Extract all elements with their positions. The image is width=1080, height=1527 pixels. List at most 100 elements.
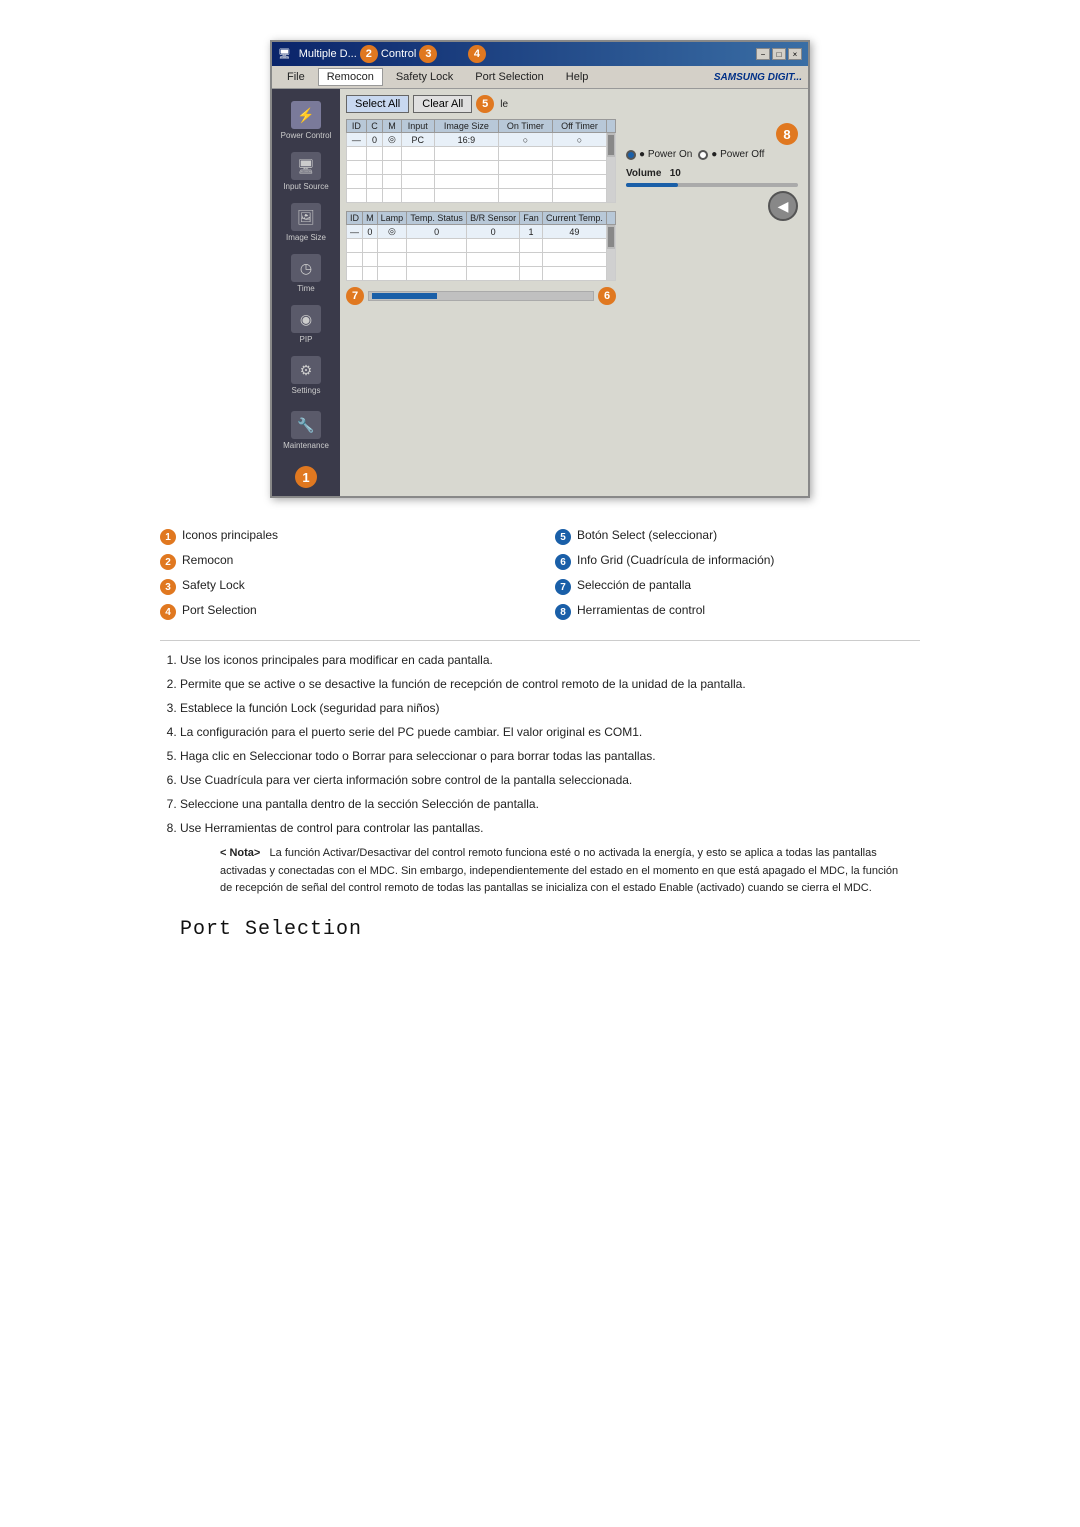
th-on-timer: On Timer: [498, 120, 552, 133]
sidebar-item-pip[interactable]: ◉ PIP: [276, 301, 336, 348]
divider: [160, 640, 920, 641]
cell2-m: 0: [363, 225, 378, 239]
th-id: ID: [347, 120, 367, 133]
data-table-1: ID C M Input Image Size On Timer Off Tim…: [346, 119, 616, 203]
clear-all-button[interactable]: Clear All: [413, 95, 472, 113]
power-control-icon: ⚡: [291, 101, 321, 129]
corner-button[interactable]: ◀: [768, 191, 798, 221]
volume-slider-fill: [626, 183, 678, 187]
sidebar-item-image-size[interactable]: 🖼 Image Size: [276, 199, 336, 246]
title-bar-left: 🖥 Multiple D... 2 Control 3 4: [278, 45, 486, 63]
badge-4: 4: [468, 45, 486, 63]
tables-section: ID C M Input Image Size On Timer Off Tim…: [346, 119, 616, 305]
cell-image-size: 16:9: [434, 133, 498, 147]
legend-text-3: Safety Lock: [182, 578, 245, 592]
th-off-timer: Off Timer: [553, 120, 607, 133]
legend-left: 1 Iconos principales 2 Remocon 3 Safety …: [160, 528, 525, 620]
menu-bar: File Remocon Safety Lock Port Selection …: [272, 66, 808, 89]
power-off-label: ● Power Off: [711, 149, 764, 160]
legend-text-8: Herramientas de control: [577, 603, 705, 617]
sidebar-item-settings[interactable]: ⚙ Settings: [276, 352, 336, 399]
legend-item-7: 7 Selección de pantalla: [555, 578, 920, 595]
table-row: [347, 175, 616, 189]
sidebar-label-pip: PIP: [300, 335, 313, 344]
settings-icon: ⚙: [291, 356, 321, 384]
table-row: — 0 ◎ PC 16:9 ○ ○: [347, 133, 616, 147]
volume-value: 10: [670, 168, 681, 179]
title-bar: 🖥 Multiple D... 2 Control 3 4 − □ ×: [272, 42, 808, 66]
th2-scroll: [607, 212, 616, 225]
ui-window: 🖥 Multiple D... 2 Control 3 4 − □ × File: [270, 40, 810, 498]
list-item-7: Seleccione una pantalla dentro de la sec…: [180, 795, 900, 813]
legend-item-6: 6 Info Grid (Cuadrícula de información): [555, 553, 920, 570]
th2-id: ID: [347, 212, 363, 225]
sidebar-item-time[interactable]: ◷ Time: [276, 250, 336, 297]
cell-on-timer: ○: [498, 133, 552, 147]
legend-text-2: Remocon: [182, 553, 233, 567]
page-heading: Port Selection: [180, 918, 900, 941]
badge-6: 6: [598, 287, 616, 305]
power-on-label: ● Power On: [639, 149, 692, 160]
list-item-8: Use Herramientas de control para control…: [180, 819, 900, 898]
legend-text-1: Iconos principales: [182, 528, 278, 542]
menu-remocon[interactable]: Remocon: [318, 68, 383, 86]
time-icon: ◷: [291, 254, 321, 282]
toolbar-extra: le: [500, 99, 508, 110]
maintenance-icon: 🔧: [291, 411, 321, 439]
samsung-logo: SAMSUNG DIGIT...: [714, 72, 802, 83]
window-title: Multiple D... 2 Control 3 4: [299, 45, 486, 63]
legend-text-7: Selección de pantalla: [577, 578, 691, 592]
menu-file[interactable]: File: [278, 68, 314, 86]
volume-label: Volume 10: [626, 168, 798, 179]
sidebar-item-power-control[interactable]: ⚡ Power Control: [276, 97, 336, 144]
th2-br-sensor: B/R Sensor: [467, 212, 520, 225]
table-row: — 0 ◎ 0 0 1 49: [347, 225, 616, 239]
data-table-2: ID M Lamp Temp. Status B/R Sensor Fan Cu…: [346, 211, 616, 281]
table-row: [347, 147, 616, 161]
badge-5: 5: [476, 95, 494, 113]
close-button[interactable]: ×: [788, 48, 802, 60]
sidebar-label-power: Power Control: [281, 131, 332, 140]
legend-badge-8: 8: [555, 604, 571, 620]
cell2-br-sensor: 0: [467, 225, 520, 239]
table-row: [347, 253, 616, 267]
th2-temp-status: Temp. Status: [407, 212, 467, 225]
legend-section: 1 Iconos principales 2 Remocon 3 Safety …: [100, 528, 980, 620]
note-label: < Nota>: [220, 847, 260, 859]
legend-badge-5: 5: [555, 529, 571, 545]
th2-fan: Fan: [520, 212, 543, 225]
volume-slider-track[interactable]: [626, 183, 798, 187]
list-item-5: Haga clic en Seleccionar todo o Borrar p…: [180, 747, 900, 765]
sidebar-label-image: Image Size: [286, 233, 326, 242]
maximize-button[interactable]: □: [772, 48, 786, 60]
legend-badge-3: 3: [160, 579, 176, 595]
sidebar: ⚡ Power Control 🖥 Input Source 🖼 Image S…: [272, 89, 340, 496]
menu-port-selection[interactable]: Port Selection: [466, 68, 552, 86]
th2-current-temp: Current Temp.: [542, 212, 606, 225]
sidebar-label-time: Time: [297, 284, 314, 293]
badge-8: 8: [776, 123, 798, 145]
menu-help[interactable]: Help: [557, 68, 598, 86]
sidebar-item-input-source[interactable]: 🖥 Input Source: [276, 148, 336, 195]
cell-id: —: [347, 133, 367, 147]
legend-item-3: 3 Safety Lock: [160, 578, 525, 595]
th-image-size: Image Size: [434, 120, 498, 133]
image-size-icon: 🖼: [291, 203, 321, 231]
legend-item-5: 5 Botón Select (seleccionar): [555, 528, 920, 545]
power-off-button[interactable]: ● Power Off: [698, 149, 764, 160]
minimize-button[interactable]: −: [756, 48, 770, 60]
power-off-radio: [698, 150, 708, 160]
legend-badge-2: 2: [160, 554, 176, 570]
power-on-button[interactable]: ● Power On: [626, 149, 692, 160]
menu-safety-lock[interactable]: Safety Lock: [387, 68, 462, 86]
content-area: Select All Clear All 5 le ID: [340, 89, 808, 496]
legend-badge-6: 6: [555, 554, 571, 570]
title-bar-controls: − □ ×: [756, 48, 802, 60]
legend-badge-1: 1: [160, 529, 176, 545]
select-all-button[interactable]: Select All: [346, 95, 409, 113]
sidebar-item-maintenance[interactable]: 🔧 Maintenance: [276, 407, 336, 454]
cell-c: 0: [366, 133, 383, 147]
toolbar: Select All Clear All 5 le: [346, 95, 802, 113]
input-source-icon: 🖥: [291, 152, 321, 180]
legend-item-1: 1 Iconos principales: [160, 528, 525, 545]
